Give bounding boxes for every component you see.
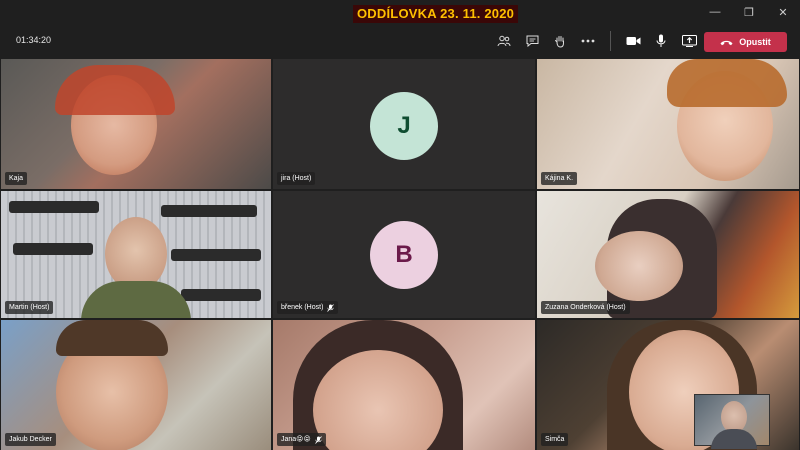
chat-icon [526,35,538,47]
video-feed [711,429,757,449]
video-feed-hair [667,59,787,107]
video-feed [171,249,261,261]
participant-tile-jana[interactable]: Jana😝😝 [273,320,535,450]
microphone-icon [656,34,666,47]
mic-muted-icon [327,303,335,312]
participant-tile-jakub[interactable]: Jakub Decker [1,320,271,450]
maximize-icon: ❐ [744,6,754,19]
participant-tile-martin[interactable]: Martin (Host) [1,191,271,318]
participant-tile-brenek[interactable]: B břenek (Host) [273,191,535,318]
video-feed [595,231,683,301]
meeting-title: ODDÍLOVKA 23. 11. 2020 [353,5,519,23]
raise-hand-button[interactable] [546,31,574,51]
camera-button[interactable] [619,31,647,51]
more-icon [581,39,595,43]
share-screen-icon [681,35,697,47]
participant-name-tag: Jana😝😝 [277,433,326,446]
video-feed [161,205,257,217]
phone-hangup-icon [720,40,733,45]
meeting-toolbar: 01:34:20 Opustit [0,24,800,58]
video-feed-hair [55,65,175,115]
toolbar-separator [610,31,611,51]
avatar: J [370,92,438,160]
participant-name-tag: Kájina K. [541,172,578,185]
participant-tile-katjna[interactable]: Kájina K. [537,59,799,189]
video-feed [181,289,261,301]
participant-name-tag: Simča [541,433,569,446]
participant-name-tag: jira (Host) [277,172,316,185]
participant-name: Jakub Decker [9,436,52,443]
share-screen-button[interactable] [675,31,703,51]
camera-icon [626,37,640,45]
leave-button-label: Opustit [739,37,771,47]
participant-name: jira (Host) [281,175,312,182]
more-options-button[interactable] [574,31,602,51]
participant-tile-kaja[interactable]: Kaja [1,59,271,189]
leave-button[interactable]: Opustit [704,32,787,52]
participant-name: Kájina K. [545,175,574,182]
minimize-button[interactable]: — [698,0,732,24]
raise-hand-icon [555,35,564,48]
participant-name: Zuzana Onderková (Host) [545,304,626,311]
mic-muted-icon [314,435,322,444]
self-view-preview[interactable] [694,394,770,449]
close-window-button[interactable]: ✕ [766,0,800,24]
participants-button[interactable] [490,31,518,51]
participant-grid: Kaja J jira (Host) Kájina K. Martin (Hos… [0,58,800,450]
minimize-icon: — [709,6,721,18]
meeting-controls [490,31,703,51]
participant-name: Simča [545,436,565,443]
participant-name: břenek (Host) [281,304,324,311]
call-timer: 01:34:20 [16,35,52,45]
participant-name: Martin (Host) [9,304,50,311]
participant-name-tag: Martin (Host) [5,301,54,314]
video-feed-hair [56,320,168,356]
participant-name-tag: Jakub Decker [5,433,56,446]
participants-icon [497,35,511,47]
maximize-button[interactable]: ❐ [732,0,766,24]
window-controls: — ❐ ✕ [698,0,800,24]
participant-name: Jana😝😝 [281,436,311,443]
avatar: B [370,221,438,289]
participant-tile-jira[interactable]: J jira (Host) [273,59,535,189]
participant-name: Kaja [9,175,24,182]
video-feed [13,243,93,255]
video-feed [81,281,191,318]
participant-name-tag: Kaja [5,172,28,185]
participant-tile-zuzana[interactable]: Zuzana Onderková (Host) [537,191,799,318]
close-icon: ✕ [778,6,788,19]
teams-meeting-window: ODDÍLOVKA 23. 11. 2020 — ❐ ✕ 01:34:20 Op… [0,0,800,450]
video-feed [9,201,99,213]
participant-name-tag: Zuzana Onderková (Host) [541,301,630,314]
participant-name-tag: břenek (Host) [277,301,339,314]
chat-button[interactable] [518,31,546,51]
video-feed [105,217,167,291]
title-bar: ODDÍLOVKA 23. 11. 2020 — ❐ ✕ [0,0,800,24]
microphone-button[interactable] [647,31,675,51]
